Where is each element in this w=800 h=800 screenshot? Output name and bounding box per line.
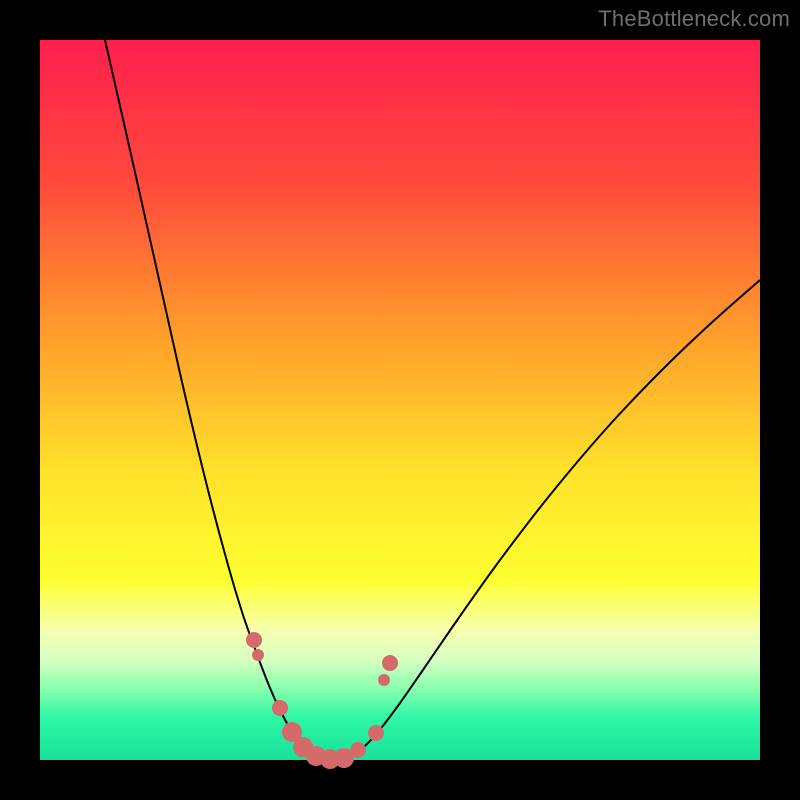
data-marker [368, 725, 384, 741]
data-marker [246, 632, 262, 648]
chart-frame: TheBottleneck.com [0, 0, 800, 800]
data-marker [382, 655, 398, 671]
data-marker [272, 700, 288, 716]
watermark-text: TheBottleneck.com [598, 6, 790, 32]
data-marker [378, 674, 390, 686]
gradient-background [40, 40, 760, 760]
chart-canvas [40, 40, 760, 760]
data-marker [350, 742, 366, 758]
data-marker [252, 649, 264, 661]
